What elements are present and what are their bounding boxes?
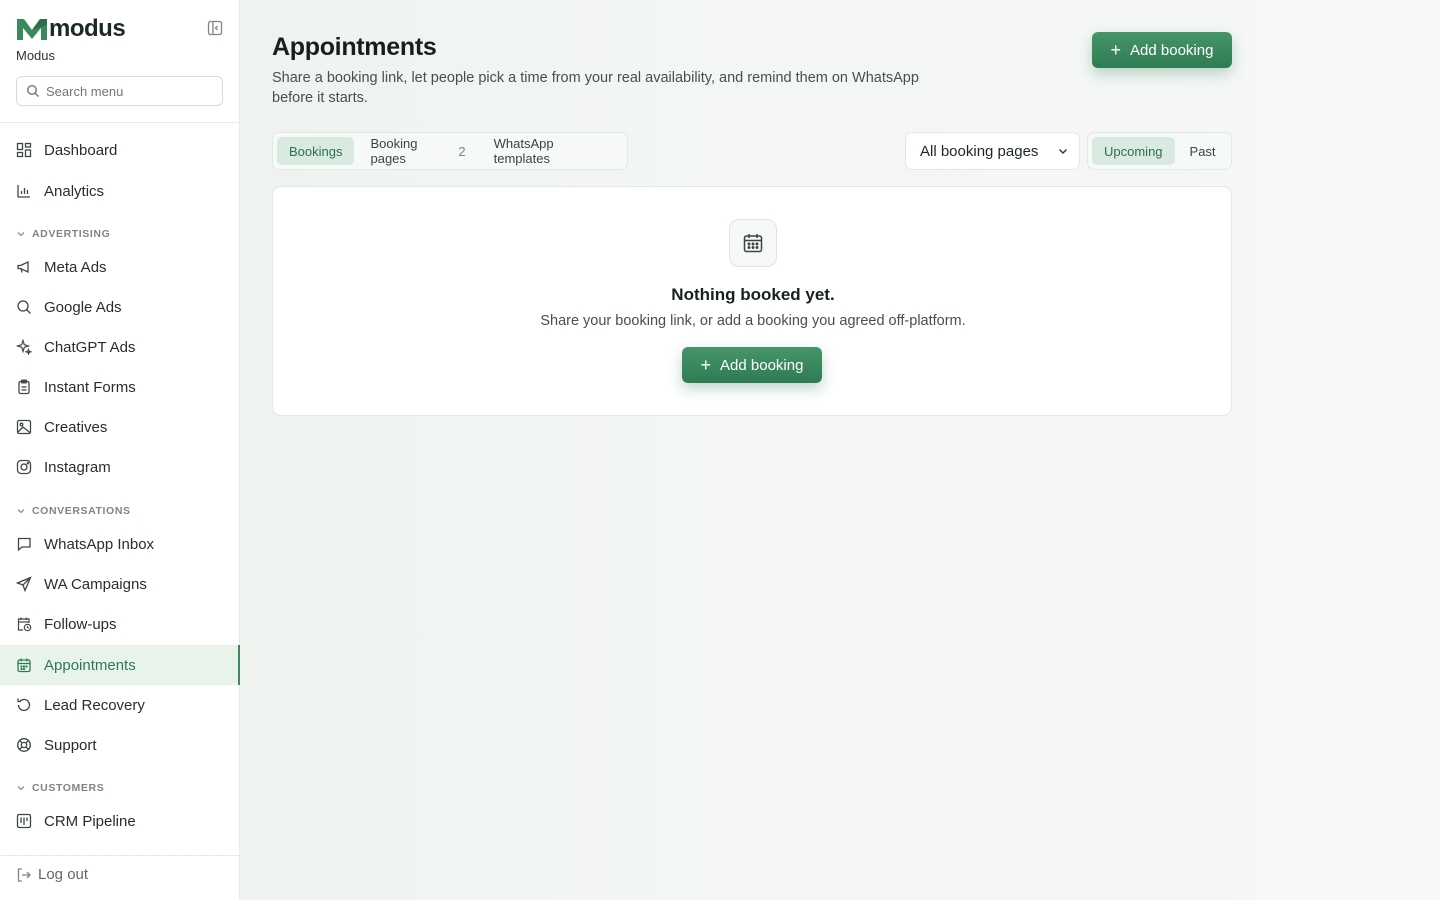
sidebar-item-label: WhatsApp Inbox bbox=[44, 535, 155, 553]
filter-label: Upcoming bbox=[1104, 143, 1163, 159]
sidebar-item-label: CRM Pipeline bbox=[44, 812, 136, 830]
view-tabs: Bookings Booking pages 2 WhatsApp templa… bbox=[272, 132, 628, 170]
chevron-down-icon bbox=[17, 232, 25, 237]
sidebar-item-support[interactable]: Support bbox=[0, 725, 239, 765]
add-booking-button[interactable]: + Add booking bbox=[1092, 32, 1232, 68]
sidebar-item-label: Follow-ups bbox=[44, 615, 117, 633]
section-advertising-toggle[interactable]: ADVERTISING bbox=[16, 228, 110, 240]
filter-label: Past bbox=[1189, 143, 1216, 159]
time-filter-toggle: Upcoming Past bbox=[1087, 132, 1232, 170]
lifebuoy-icon bbox=[16, 737, 32, 753]
sidebar-item-label: Creatives bbox=[44, 418, 108, 436]
tab-booking-pages[interactable]: Booking pages 2 bbox=[358, 136, 477, 166]
sidebar-item-crm-pipeline[interactable]: CRM Pipeline bbox=[0, 801, 239, 841]
tab-bookings[interactable]: Bookings bbox=[277, 137, 355, 165]
sidebar-item-appointments[interactable]: Appointments bbox=[0, 645, 240, 685]
section-conversations-toggle[interactable]: CONVERSATIONS bbox=[16, 505, 131, 517]
logout-icon bbox=[17, 867, 31, 882]
main-content: Appointments Share a booking link, let p… bbox=[240, 0, 1440, 900]
sidebar-item-wa-campaigns[interactable]: WA Campaigns bbox=[0, 564, 239, 604]
workspace-name: Modus bbox=[16, 48, 56, 63]
section-customers-toggle[interactable]: CUSTOMERS bbox=[16, 782, 104, 794]
sidebar-item-label: Instant Forms bbox=[44, 378, 136, 396]
calendar-icon bbox=[729, 219, 777, 267]
sidebar-item-label: Lead Recovery bbox=[44, 696, 145, 714]
sidebar-item-chatgpt-ads[interactable]: ChatGPT Ads bbox=[0, 327, 239, 367]
empty-state-add-booking-button[interactable]: + Add booking bbox=[682, 347, 822, 383]
clipboard-icon bbox=[16, 379, 32, 395]
empty-state-card: Nothing booked yet. Share your booking l… bbox=[272, 186, 1232, 416]
sidebar-item-lead-recovery[interactable]: Lead Recovery bbox=[0, 685, 239, 725]
section-title: ADVERTISING bbox=[32, 228, 111, 240]
sidebar-item-instant-forms[interactable]: Instant Forms bbox=[0, 367, 239, 407]
filter-past[interactable]: Past bbox=[1178, 137, 1228, 165]
modus-logo-icon bbox=[17, 19, 47, 40]
search-icon bbox=[16, 299, 32, 315]
tab-count-badge: 2 bbox=[458, 143, 466, 159]
plus-icon: + bbox=[700, 355, 712, 375]
logout-button[interactable]: Log out bbox=[16, 866, 88, 883]
brand-logo[interactable]: modus bbox=[16, 15, 126, 42]
sidebar-item-creatives[interactable]: Creatives bbox=[0, 407, 239, 447]
sidebar-item-whatsapp-inbox[interactable]: WhatsApp Inbox bbox=[0, 524, 239, 564]
dashboard-icon bbox=[16, 142, 32, 158]
tab-label: Bookings bbox=[289, 143, 343, 159]
sparkles-icon bbox=[16, 339, 32, 355]
page-title: Appointments bbox=[272, 33, 437, 61]
sidebar-collapse-icon bbox=[207, 20, 223, 36]
sidebar-item-follow-ups[interactable]: Follow-ups bbox=[0, 604, 239, 644]
sidebar-divider bbox=[0, 855, 239, 856]
rotate-ccw-icon bbox=[16, 697, 32, 713]
add-booking-label: Add booking bbox=[1130, 41, 1214, 59]
sidebar-item-label: Dashboard bbox=[44, 141, 118, 159]
image-icon bbox=[16, 419, 32, 435]
search-menu-input[interactable] bbox=[46, 83, 206, 99]
filter-upcoming[interactable]: Upcoming bbox=[1092, 137, 1175, 165]
sidebar-item-instagram[interactable]: Instagram bbox=[0, 447, 239, 487]
megaphone-icon bbox=[16, 259, 32, 275]
send-icon bbox=[16, 576, 32, 592]
sidebar-item-label: ChatGPT Ads bbox=[44, 338, 136, 356]
sidebar-item-label: Meta Ads bbox=[44, 258, 107, 276]
kanban-icon bbox=[16, 813, 32, 829]
calendar-icon bbox=[16, 657, 32, 673]
calendar-clock-icon bbox=[16, 616, 32, 632]
message-icon bbox=[16, 536, 32, 552]
sidebar-divider bbox=[0, 122, 239, 123]
page-subtitle: Share a booking link, let people pick a … bbox=[272, 70, 919, 106]
search-menu-field[interactable] bbox=[16, 76, 223, 106]
sidebar-item-label: WA Campaigns bbox=[44, 575, 147, 593]
sidebar-item-label: Instagram bbox=[44, 458, 111, 476]
sidebar-item-label: Appointments bbox=[44, 656, 136, 674]
sidebar: modus Modus Dashboard Analytics ADVERTIS… bbox=[0, 0, 240, 900]
collapse-sidebar-button[interactable] bbox=[206, 19, 224, 37]
empty-state-description: Share your booking link, or add a bookin… bbox=[540, 313, 966, 329]
bar-chart-icon bbox=[16, 183, 32, 199]
section-title: CONVERSATIONS bbox=[32, 505, 131, 517]
tab-label: WhatsApp templates bbox=[493, 136, 554, 166]
search-icon bbox=[26, 84, 39, 97]
brand-wordmark: modus bbox=[49, 15, 126, 42]
sidebar-item-analytics[interactable]: Analytics bbox=[0, 171, 239, 211]
select-value: All booking pages bbox=[920, 142, 1039, 160]
sidebar-item-label: Support bbox=[44, 736, 97, 754]
sidebar-item-google-ads[interactable]: Google Ads bbox=[0, 287, 239, 327]
chevron-down-icon bbox=[17, 509, 25, 514]
plus-icon: + bbox=[1110, 40, 1122, 60]
booking-page-filter-select[interactable]: All booking pages bbox=[905, 132, 1080, 170]
sidebar-item-meta-ads[interactable]: Meta Ads bbox=[0, 247, 239, 287]
empty-state-title: Nothing booked yet. bbox=[671, 285, 835, 304]
sidebar-item-label: Google Ads bbox=[44, 298, 122, 316]
sidebar-item-label: Analytics bbox=[44, 182, 105, 200]
section-title: CUSTOMERS bbox=[32, 782, 105, 794]
logout-label: Log out bbox=[38, 866, 89, 883]
tab-label: Booking pages bbox=[370, 136, 418, 166]
chevron-down-icon bbox=[17, 786, 25, 791]
sidebar-item-dashboard[interactable]: Dashboard bbox=[0, 130, 239, 170]
chevron-down-icon bbox=[1059, 149, 1067, 154]
tab-whatsapp-templates[interactable]: WhatsApp templates bbox=[482, 136, 623, 166]
add-booking-label: Add booking bbox=[720, 356, 804, 374]
instagram-icon bbox=[16, 459, 32, 475]
